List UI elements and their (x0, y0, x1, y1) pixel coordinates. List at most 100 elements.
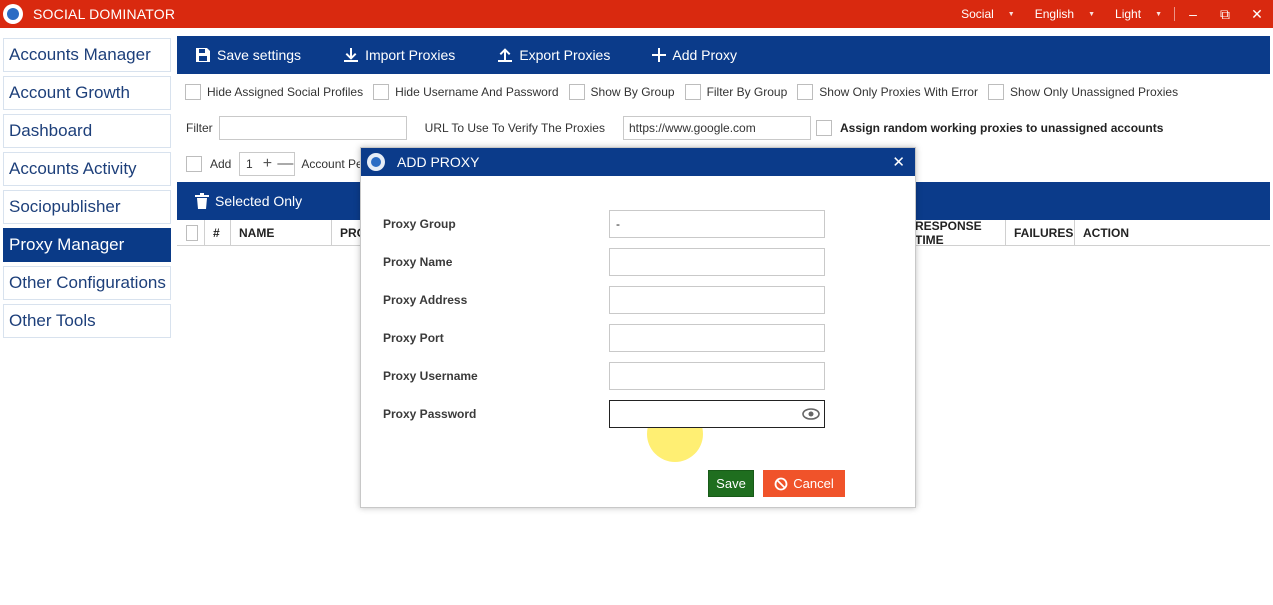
proxy-port-input[interactable] (609, 324, 825, 352)
sidebar-item-label: Dashboard (9, 121, 93, 140)
proxy-name-row: Proxy Name (383, 247, 828, 277)
assign-random-checkbox[interactable] (815, 120, 832, 136)
column-action[interactable]: ACTION (1075, 220, 1155, 246)
checkbox[interactable] (684, 84, 701, 100)
floppy-icon (196, 48, 210, 62)
cancel-icon (774, 477, 788, 490)
import-proxies-button[interactable]: Import Proxies (343, 47, 455, 63)
hide-username-password-checkbox[interactable]: Hide Username And Password (373, 84, 559, 100)
minus-icon[interactable]: — (276, 155, 294, 173)
checkbox[interactable] (797, 84, 814, 100)
delete-selected-button[interactable]: Selected Only (195, 193, 302, 209)
proxy-password-input[interactable] (609, 400, 825, 428)
column-index[interactable]: # (205, 219, 231, 246)
option-label: Hide Assigned Social Profiles (207, 85, 364, 99)
column-failures[interactable]: FAILURES (1006, 219, 1075, 246)
network-dropdown[interactable]: Social ▼ (951, 7, 1025, 21)
save-settings-label: Save settings (217, 47, 302, 63)
checkbox[interactable] (373, 84, 390, 100)
download-icon (344, 48, 359, 62)
proxy-name-input[interactable] (609, 248, 825, 276)
proxy-address-label: Proxy Address (383, 293, 468, 307)
proxy-name-label: Proxy Name (383, 255, 453, 269)
close-icon[interactable]: ✕ (892, 153, 905, 171)
option-label: Show By Group (590, 85, 675, 99)
hide-assigned-checkbox[interactable]: Hide Assigned Social Profiles (185, 84, 363, 100)
verify-url-label: URL To Use To Verify The Proxies (424, 121, 605, 135)
checkbox[interactable] (185, 84, 201, 100)
accounts-per-stepper[interactable]: 1 + — (239, 152, 296, 176)
sidebar-item-other-configurations[interactable]: Other Configurations (3, 266, 171, 300)
verify-url-input[interactable]: https://www.google.com (622, 116, 811, 140)
language-dropdown[interactable]: English ▼ (1025, 7, 1105, 21)
proxy-username-input[interactable] (609, 362, 825, 390)
theme-dropdown[interactable]: Light ▼ (1105, 7, 1172, 21)
sidebar-item-label: Other Configurations (9, 273, 166, 292)
options-row: Hide Assigned Social Profiles Hide Usern… (177, 74, 1270, 110)
restore-icon[interactable]: ⧉ (1209, 6, 1241, 23)
trash-icon (195, 193, 209, 209)
column-response-time[interactable]: RESPONSE TIME (907, 219, 1006, 247)
checkbox[interactable] (568, 84, 585, 100)
proxy-group-row: Proxy Group - (383, 209, 828, 239)
save-button[interactable]: Save (708, 470, 754, 497)
cancel-button[interactable]: Cancel (763, 470, 845, 497)
sidebar-item-sociopublisher[interactable]: Sociopublisher (3, 190, 171, 224)
dialog-header: ADD PROXY ✕ (361, 148, 915, 176)
proxy-port-label: Proxy Port (383, 331, 444, 345)
upload-icon (498, 48, 513, 62)
proxy-port-row: Proxy Port (383, 323, 828, 353)
sidebar-item-accounts-manager[interactable]: Accounts Manager (3, 38, 171, 72)
import-proxies-label: Import Proxies (365, 47, 456, 63)
sidebar-item-other-tools[interactable]: Other Tools (3, 304, 171, 338)
chevron-down-icon: ▼ (1088, 10, 1096, 18)
filter-input[interactable] (218, 116, 407, 140)
add-proxy-label: Add Proxy (672, 47, 737, 63)
add-checkbox[interactable] (186, 156, 202, 172)
option-label: Hide Username And Password (395, 85, 559, 99)
show-by-group-checkbox[interactable]: Show By Group (568, 84, 675, 100)
sidebar-item-label: Sociopublisher (9, 197, 121, 216)
sidebar-item-label: Account Growth (9, 83, 130, 102)
sidebar-item-proxy-manager[interactable]: Proxy Manager (3, 228, 171, 262)
filter-row: Filter URL To Use To Verify The Proxies … (177, 110, 1270, 146)
proxy-password-label: Proxy Password (383, 407, 477, 421)
chevron-down-icon: ▼ (1007, 10, 1015, 18)
save-settings-button[interactable]: Save settings (195, 47, 301, 63)
cancel-label: Cancel (793, 476, 834, 491)
sidebar-item-label: Proxy Manager (9, 235, 125, 254)
app-logo-icon (367, 153, 385, 171)
close-icon[interactable]: ✕ (1241, 6, 1273, 23)
title-separator (1174, 7, 1175, 21)
minimize-icon[interactable]: – (1177, 6, 1209, 22)
proxy-address-row: Proxy Address (383, 285, 828, 315)
show-unassigned-checkbox[interactable]: Show Only Unassigned Proxies (987, 84, 1179, 100)
proxy-toolbar: Save settings Import Proxies Export Prox… (177, 36, 1270, 74)
proxy-group-label: Proxy Group (383, 217, 456, 231)
plus-icon[interactable]: + (258, 155, 276, 173)
sidebar-item-account-growth[interactable]: Account Growth (3, 76, 171, 110)
assign-random-label: Assign random working proxies to unassig… (839, 121, 1164, 135)
export-proxies-button[interactable]: Export Proxies (497, 47, 610, 63)
select-all-checkbox[interactable] (186, 224, 198, 241)
export-proxies-label: Export Proxies (519, 47, 611, 63)
language-label: English (1034, 7, 1075, 21)
filter-by-group-checkbox[interactable]: Filter By Group (684, 84, 788, 100)
chevron-down-icon: ▼ (1155, 10, 1162, 18)
network-label: Social (961, 7, 994, 21)
proxy-address-input[interactable] (609, 286, 825, 314)
add-proxy-dialog: ADD PROXY ✕ Proxy Group - Proxy Name Pro… (360, 147, 916, 508)
column-name[interactable]: NAME (231, 219, 332, 246)
show-with-error-checkbox[interactable]: Show Only Proxies With Error (797, 84, 978, 100)
sidebar-item-accounts-activity[interactable]: Accounts Activity (3, 152, 171, 186)
add-proxy-button[interactable]: Add Proxy (652, 47, 737, 63)
sidebar-item-dashboard[interactable]: Dashboard (3, 114, 171, 148)
plus-icon (652, 48, 667, 62)
eye-icon[interactable] (802, 407, 820, 421)
stepper-value: 1 (246, 157, 253, 171)
option-label: Show Only Unassigned Proxies (1009, 85, 1179, 99)
checkbox[interactable] (987, 84, 1004, 100)
option-label: Filter By Group (706, 85, 788, 99)
proxy-group-input[interactable]: - (609, 210, 825, 238)
app-logo-icon (3, 4, 23, 24)
